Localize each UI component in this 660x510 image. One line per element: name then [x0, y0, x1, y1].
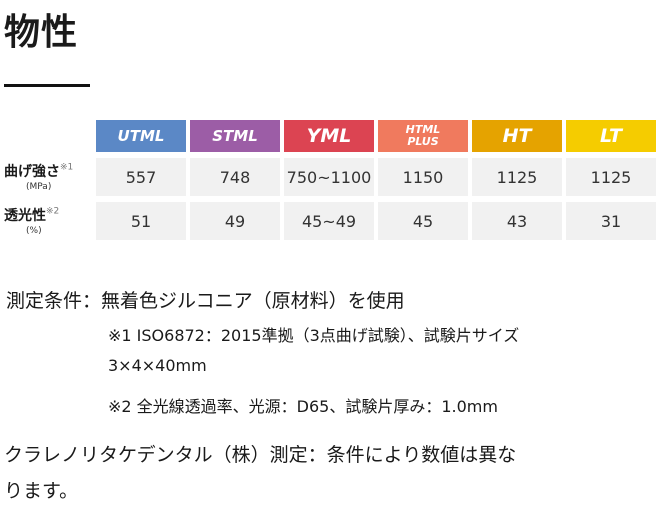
properties-table: UTML STML YML HTML PLUS HT LT 曲げ強さ※1 (MP… — [0, 114, 660, 246]
table-cell: 557 — [96, 158, 186, 196]
page-title: 物性 — [4, 12, 79, 53]
footnote-1-line-1: ※1 ISO6872：2015準拠（3点曲げ試験）、試験片サイズ — [108, 326, 520, 345]
table-cell: 1125 — [472, 158, 562, 196]
row-unit: (%) — [26, 226, 42, 236]
row-note-mark: ※1 — [60, 162, 74, 173]
footnote-1-line-2: 3×4×40mm — [108, 356, 207, 375]
footnote-2: ※2 全光線透過率、光源：D65、試験片厚み：1.0mm — [108, 397, 498, 416]
grade-header-lt: LT — [566, 120, 656, 152]
table-cell: 43 — [472, 202, 562, 240]
table-row-translucency: 透光性※2 (%) 51 49 45~49 45 43 31 — [4, 202, 656, 240]
grade-header-html-plus-text: HTML PLUS — [405, 123, 441, 148]
grade-header-stml: STML — [190, 120, 280, 152]
row-unit: (MPa) — [26, 182, 52, 192]
table-cell: 49 — [190, 202, 280, 240]
grade-header-ht: HT — [472, 120, 562, 152]
table-cell: 1150 — [378, 158, 468, 196]
grade-header-yml: YML — [284, 120, 374, 152]
row-label-translucency: 透光性※2 (%) — [4, 202, 92, 240]
table-row-flexural-strength: 曲げ強さ※1 (MPa) 557 748 750~1100 1150 1125 … — [4, 158, 656, 196]
row-label-text: 曲げ強さ — [4, 164, 60, 180]
row-label-text: 透光性 — [4, 208, 46, 224]
table-cell: 45~49 — [284, 202, 374, 240]
grade-header-utml: UTML — [96, 120, 186, 152]
header-corner — [4, 120, 92, 152]
table-cell: 51 — [96, 202, 186, 240]
measurement-conditions: 測定条件：無着色ジルコニア（原材料）を使用 — [6, 290, 405, 312]
disclaimer-line-1: クラレノリタケデンタル（株）測定：条件により数値は異な — [4, 444, 517, 466]
table-cell: 1125 — [566, 158, 656, 196]
table-cell: 748 — [190, 158, 280, 196]
row-note-mark: ※2 — [46, 206, 60, 217]
grade-header-row: UTML STML YML HTML PLUS HT LT — [4, 120, 656, 152]
grade-header-html-plus: HTML PLUS — [378, 120, 468, 152]
title-underline — [4, 84, 90, 87]
disclaimer-line-2: ります。 — [4, 480, 79, 502]
table-cell: 31 — [566, 202, 656, 240]
row-label-flexural-strength: 曲げ強さ※1 (MPa) — [4, 158, 92, 196]
table-cell: 750~1100 — [284, 158, 374, 196]
table-cell: 45 — [378, 202, 468, 240]
